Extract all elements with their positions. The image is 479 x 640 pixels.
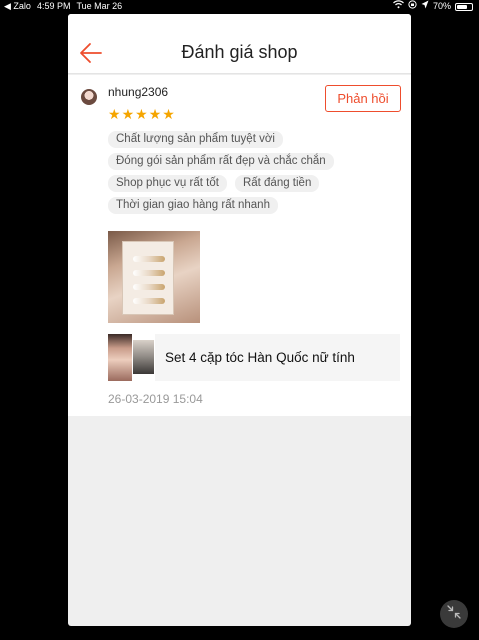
back-to-app-link[interactable]: ◀ Zalo: [4, 0, 31, 13]
review-tags: Chất lượng sản phẩm tuyệt vời Đóng gói s…: [108, 131, 403, 214]
minimize-button[interactable]: [440, 600, 468, 628]
review-sheet: Đánh giá shop nhung2306 ★ ★ ★ ★ ★ Phản hồi C…: [68, 14, 411, 626]
status-time: 4:59 PM: [36, 1, 71, 11]
rating-stars: ★ ★ ★ ★ ★: [108, 107, 175, 121]
review-photo[interactable]: [108, 231, 200, 323]
page-title: Đánh giá shop: [181, 42, 298, 62]
status-bar: ◀ Zalo 4:59 PM Tue Mar 26 70%: [0, 0, 479, 13]
star-icon: ★: [121, 106, 135, 122]
hair-clip-card: [122, 241, 174, 315]
collapse-arrows-icon: [447, 604, 461, 624]
star-icon: ★: [148, 106, 162, 122]
star-icon: ★: [108, 106, 121, 122]
review-timestamp: 26-03-2019 15:04: [108, 392, 203, 406]
review-tag: Shop phục vụ rất tốt: [108, 175, 227, 192]
battery-percent: 70%: [432, 1, 451, 11]
reply-button[interactable]: Phản hồi: [325, 85, 401, 112]
product-link[interactable]: Set 4 cặp tóc Hàn Quốc nữ tính: [108, 334, 400, 381]
reviewer-username: nhung2306: [108, 85, 169, 99]
avatar[interactable]: [81, 89, 97, 105]
lock-rotation-icon: [408, 0, 417, 13]
location-icon: [421, 0, 429, 13]
review-tag: Rất đáng tiền: [234, 175, 320, 192]
product-name: Set 4 cặp tóc Hàn Quốc nữ tính: [165, 350, 355, 365]
status-date: Tue Mar 26: [76, 1, 123, 11]
review-card: nhung2306 ★ ★ ★ ★ ★ Phản hồi Chất lượng sản …: [68, 75, 411, 416]
battery-icon: [455, 2, 473, 11]
star-icon: ★: [135, 106, 148, 122]
page-header: Đánh giá shop: [68, 14, 411, 74]
wifi-icon: [393, 0, 404, 13]
review-tag: Chất lượng sản phẩm tuyệt vời: [108, 131, 283, 148]
review-tag: Thời gian giao hàng rất nhanh: [108, 197, 278, 214]
star-icon: ★: [162, 106, 175, 122]
review-tag: Đóng gói sản phẩm rất đẹp và chắc chắn: [108, 153, 334, 170]
product-thumbnail: [108, 334, 155, 381]
